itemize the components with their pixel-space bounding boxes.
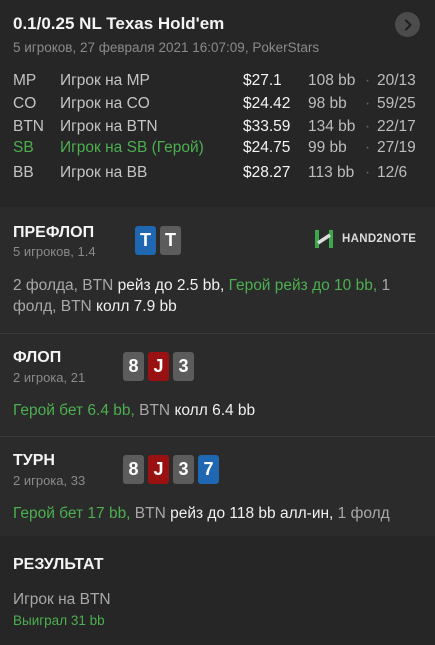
street-info: 2 игрока, 21 <box>13 370 86 385</box>
card: 8 <box>123 455 144 484</box>
hand-subtitle: 5 игроков, 27 февраля 2021 16:07:09, Pok… <box>13 40 320 55</box>
turn-section: ТУРН 2 игрока, 33 8 J 3 7 Герой бет 17 b… <box>0 436 435 536</box>
preflop-actions: 2 фолда, BTN рейз до 2.5 bb, Герой рейз … <box>13 275 425 317</box>
chevron-right-icon <box>404 19 411 30</box>
hand2note-logo-icon <box>315 230 333 248</box>
player-name: Игрок на MP <box>60 72 150 89</box>
separator-dot: · <box>365 164 371 181</box>
action-text: колл 6.4 bb <box>174 402 256 419</box>
card: 7 <box>198 455 219 484</box>
player-stack: $33.59 <box>243 118 291 135</box>
winner-name: Игрок на BTN <box>13 591 111 608</box>
player-stats: 59/25 <box>377 95 416 112</box>
card: J <box>148 455 169 484</box>
player-name: Игрок на BTN <box>60 118 158 135</box>
player-stats: 20/13 <box>377 72 416 89</box>
player-row: BTN Игрок на BTN $33.59 134 bb · 22/17 <box>0 118 435 140</box>
player-stack: $24.75 <box>243 139 291 156</box>
player-position: MP <box>13 72 37 89</box>
hand-title: 0.1/0.25 NL Texas Hold'em <box>13 14 225 33</box>
player-stats: 22/17 <box>377 118 416 135</box>
hero-action: Герой рейз до 10 bb, <box>228 277 378 294</box>
separator-dot: · <box>365 118 371 135</box>
card: 3 <box>173 455 194 484</box>
action-text: 2 фолда, BTN <box>13 277 118 294</box>
winnings: Выиграл 31 bb <box>13 613 105 628</box>
hand2note-logo: HAND2NOTE <box>313 228 416 250</box>
card: T <box>160 226 181 255</box>
flop-actions: Герой бет 6.4 bb, BTN колл 6.4 bb <box>13 400 425 421</box>
street-title: ФЛОП <box>13 349 62 366</box>
action-text: колл 7.9 bb <box>96 298 177 315</box>
logo-text: HAND2NOTE <box>342 233 417 245</box>
separator-dot: · <box>365 72 371 89</box>
player-name: Игрок на BB <box>60 164 148 181</box>
action-text: 1 фолд <box>333 505 390 522</box>
street-title: ТУРН <box>13 452 55 469</box>
player-row: CO Игрок на CO $24.42 98 bb · 59/25 <box>0 95 435 117</box>
result-title: РЕЗУЛЬТАТ <box>13 556 104 573</box>
action-text: рейз до 118 bb алл-ин, <box>170 505 334 522</box>
player-bb: 113 bb <box>308 164 355 181</box>
turn-actions: Герой бет 17 bb, BTN рейз до 118 bb алл-… <box>13 503 425 524</box>
action-text: BTN <box>130 505 171 522</box>
player-bb: 134 bb <box>308 118 356 135</box>
player-stack: $24.42 <box>243 95 291 112</box>
flop-section: ФЛОП 2 игрока, 21 8 J 3 Герой бет 6.4 bb… <box>0 333 435 436</box>
player-stack: $27.1 <box>243 72 282 89</box>
hero-action: Герой бет 17 bb, <box>13 505 131 522</box>
player-bb: 99 bb <box>308 139 347 156</box>
action-text: рейз до 2.5 bb, <box>117 277 225 294</box>
player-position: CO <box>13 95 37 112</box>
player-bb: 98 bb <box>308 95 347 112</box>
separator-dot: · <box>365 95 371 112</box>
player-stack: $28.27 <box>243 164 291 181</box>
player-position: BB <box>13 164 34 181</box>
hero-hole-cards: T T <box>135 226 181 255</box>
hero-action: Герой бет 6.4 bb, <box>13 402 135 419</box>
action-text: BTN <box>134 402 175 419</box>
board-cards: 8 J 3 <box>123 352 194 381</box>
player-stats: 27/19 <box>377 139 416 156</box>
player-position: SB <box>13 139 34 156</box>
street-title: ПРЕФЛОП <box>13 224 95 241</box>
player-bb: 108 bb <box>308 72 356 89</box>
hand-header: 0.1/0.25 NL Texas Hold'em 5 игроков, 27 … <box>0 0 435 207</box>
card: T <box>135 226 156 255</box>
card: J <box>148 352 169 381</box>
card: 3 <box>173 352 194 381</box>
player-row: BB Игрок на BB $28.27 113 bb · 12/6 <box>0 164 435 186</box>
street-info: 5 игроков, 1.4 <box>13 244 96 259</box>
player-stats: 12/6 <box>377 164 408 181</box>
player-name: Игрок на SB (Герой) <box>60 139 204 156</box>
preflop-section: ПРЕФЛОП 5 игроков, 1.4 T T HAND2NOTE 2 ф… <box>0 207 435 333</box>
street-info: 2 игрока, 33 <box>13 473 86 488</box>
separator-dot: · <box>365 139 371 156</box>
card: 8 <box>123 352 144 381</box>
result-section: РЕЗУЛЬТАТ Игрок на BTN Выиграл 31 bb <box>0 536 435 645</box>
board-cards: 8 J 3 7 <box>123 455 219 484</box>
player-row: MP Игрок на MP $27.1 108 bb · 20/13 <box>0 72 435 94</box>
player-name: Игрок на CO <box>60 95 150 112</box>
next-hand-button[interactable] <box>395 12 420 37</box>
player-row-hero: SB Игрок на SB (Герой) $24.75 99 bb · 27… <box>0 139 435 161</box>
player-position: BTN <box>13 118 44 135</box>
